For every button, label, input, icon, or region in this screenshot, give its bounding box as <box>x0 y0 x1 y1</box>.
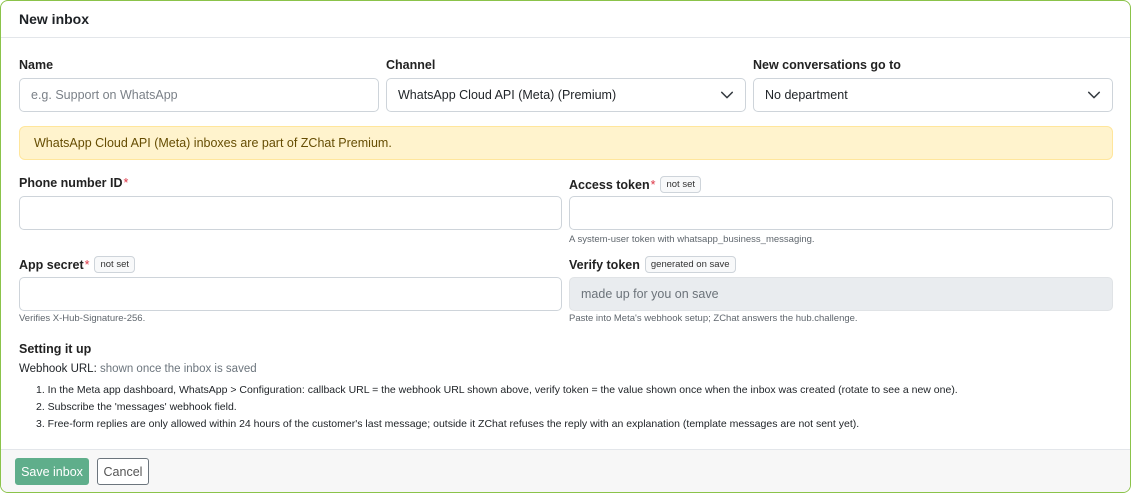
status-badge: generated on save <box>644 256 736 273</box>
required-marker: * <box>650 177 656 192</box>
verify-token-help: Paste into Meta's webhook setup; ZChat a… <box>569 313 858 324</box>
app-secret-input[interactable] <box>19 277 562 311</box>
channel-label: Channel <box>386 58 436 72</box>
card-title: New inbox <box>1 1 1130 38</box>
setup-steps: 1. In the Meta app dashboard, WhatsApp >… <box>36 382 958 433</box>
app-secret-label: App secret * not set <box>19 256 136 273</box>
required-marker: * <box>123 176 129 190</box>
required-marker: * <box>84 257 90 272</box>
department-select-value: No department <box>765 88 848 102</box>
premium-alert: WhatsApp Cloud API (Meta) inboxes are pa… <box>19 126 1113 160</box>
list-item: 1. In the Meta app dashboard, WhatsApp >… <box>36 384 958 396</box>
save-inbox-button[interactable]: Save inbox <box>15 458 89 485</box>
phone-number-id-input[interactable] <box>19 196 562 230</box>
access-token-help: A system-user token with whatsapp_busine… <box>569 234 815 245</box>
access-token-label-text: Access token <box>569 177 650 192</box>
department-label: New conversations go to <box>753 58 901 72</box>
channel-select-value: WhatsApp Cloud API (Meta) (Premium) <box>398 88 617 102</box>
cancel-button[interactable]: Cancel <box>97 458 149 485</box>
webhook-url-label: Webhook URL: <box>19 363 97 375</box>
phone-number-id-label-text: Phone number ID <box>19 176 123 190</box>
name-input[interactable] <box>19 78 379 112</box>
list-item: 2. Subscribe the 'messages' webhook fiel… <box>36 401 237 413</box>
new-inbox-card: New inbox Name Channel WhatsApp Cloud AP… <box>0 0 1131 493</box>
status-badge: not set <box>660 176 702 193</box>
status-badge: not set <box>94 256 136 273</box>
card-footer: Save inbox Cancel <box>1 449 1130 492</box>
list-item: 3. Free-form replies are only allowed wi… <box>36 418 860 430</box>
access-token-label: Access token * not set <box>569 176 702 193</box>
name-label: Name <box>19 58 54 72</box>
phone-number-id-label: Phone number ID * <box>19 176 128 190</box>
chevron-down-icon <box>720 91 734 99</box>
department-select[interactable]: No department <box>753 78 1113 112</box>
verify-token-label-text: Verify token <box>569 257 640 272</box>
verify-token-label: Verify token generated on save <box>569 256 736 273</box>
app-secret-help: Verifies X-Hub-Signature-256. <box>19 313 146 324</box>
form-body: Name Channel WhatsApp Cloud API (Meta) (… <box>1 38 1130 450</box>
setup-title: Setting it up <box>19 342 92 356</box>
chevron-down-icon <box>1087 91 1101 99</box>
access-token-input[interactable] <box>569 196 1113 230</box>
app-secret-label-text: App secret <box>19 257 84 272</box>
webhook-url-value: shown once the inbox is saved <box>99 363 257 375</box>
channel-select[interactable]: WhatsApp Cloud API (Meta) (Premium) <box>386 78 746 112</box>
verify-token-input <box>569 277 1113 311</box>
webhook-url: Webhook URL: shown once the inbox is sav… <box>19 363 257 375</box>
